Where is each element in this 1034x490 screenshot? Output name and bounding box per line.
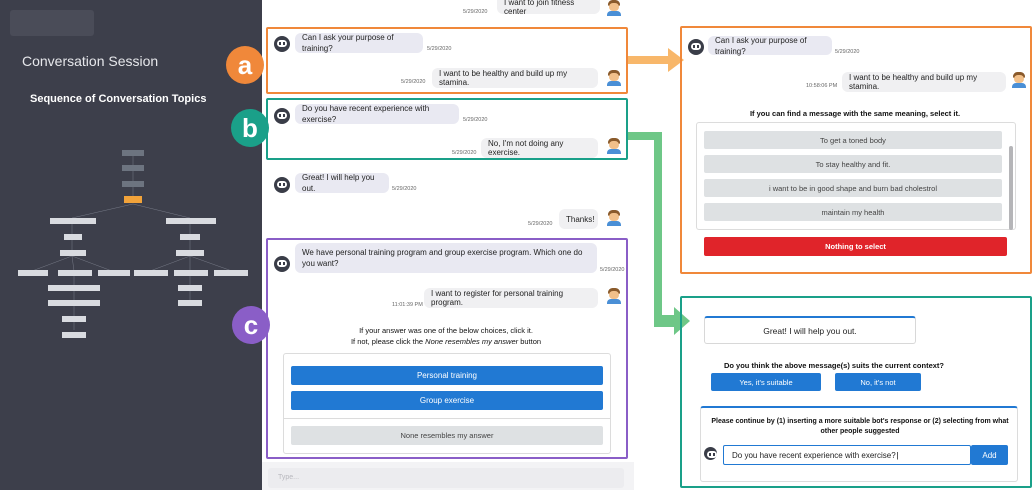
add-button[interactable]: Add <box>971 445 1008 465</box>
timestamp: 5/29/2020 <box>452 150 477 156</box>
choice-prompt-line1: If your answer was one of the below choi… <box>359 326 533 335</box>
prompt-prefix: If not, please click the <box>350 337 426 346</box>
timestamp: 5/29/2020 <box>600 267 625 273</box>
bot-response-input[interactable]: Do you have recent experience with exerc… <box>723 445 971 465</box>
panel-a-prompt: If you can find a message with the same … <box>749 109 961 118</box>
message-input[interactable]: Type... <box>268 468 624 488</box>
figure-root: Conversation Session Sequence of Convers… <box>0 0 1034 490</box>
message-text: I want to register for personal training… <box>431 289 564 307</box>
arrow-a-icon <box>628 48 684 72</box>
divider <box>284 418 610 419</box>
user-avatar-icon <box>606 0 622 16</box>
message-text: I want to join fitness center <box>504 0 575 16</box>
message-text: Can I ask your purpose of training? <box>715 35 807 56</box>
choice-prompt: If your answer was one of the below choi… <box>300 325 592 347</box>
option-healthy-fit-button[interactable]: To stay healthy and fit. <box>704 155 1002 173</box>
timestamp: 5/29/2020 <box>835 49 860 55</box>
timestamp: 5/29/2020 <box>528 221 553 227</box>
bot-avatar-icon <box>688 39 704 55</box>
option-good-shape-button[interactable]: i want to be in good shape and burn bad … <box>704 179 1002 197</box>
message-text: Great! I will help you out. <box>302 173 375 193</box>
user-avatar-icon <box>606 288 622 304</box>
bot-avatar-icon <box>274 108 290 124</box>
bot-avatar-icon <box>274 36 290 52</box>
label-c-badge: c <box>232 306 270 344</box>
user-avatar-icon <box>606 70 622 86</box>
bot-message: Do you have recent experience with exerc… <box>295 104 459 124</box>
user-message: No, I'm not doing any exercise. <box>481 138 598 158</box>
user-avatar-icon <box>1011 72 1027 88</box>
prompt-italic: None resembles my answer <box>425 337 519 346</box>
message-text: I want to be healthy and build up my sta… <box>439 69 568 87</box>
option-maintain-health-button[interactable]: maintain my health <box>704 203 1002 221</box>
user-message: I want to be healthy and build up my sta… <box>432 68 598 88</box>
topics-title: Sequence of Conversation Topics <box>30 93 207 105</box>
none-resembles-button[interactable]: None resembles my answer <box>291 426 603 445</box>
panel-b-question: Do you think the above message(s) suits … <box>723 361 945 370</box>
sidebar: Conversation Session Sequence of Convers… <box>0 0 262 490</box>
timestamp: 5/29/2020 <box>392 186 417 192</box>
user-avatar-icon <box>606 210 622 226</box>
input-text: Do you have recent experience with exerc… <box>732 450 896 460</box>
scrollbar-thumb[interactable] <box>1009 146 1013 230</box>
message-text: Thanks! <box>566 214 595 224</box>
label-b-badge: b <box>231 109 269 147</box>
timestamp: 5/29/2020 <box>463 9 488 15</box>
panel-a-user-message: I want to be healthy and build up my sta… <box>842 72 1006 92</box>
nothing-to-select-button[interactable]: Nothing to select <box>704 237 1007 256</box>
panel-b-instruction: Please continue by (1) inserting a more … <box>711 418 1009 435</box>
message-text: Do you have recent experience with exerc… <box>302 104 430 124</box>
timestamp: 11:01:39 PM <box>392 302 423 308</box>
topic-tree-diagram <box>18 150 248 338</box>
panel-a-bot-message: Can I ask your purpose of training? <box>708 35 832 56</box>
bot-avatar-icon <box>274 256 290 272</box>
bot-avatar-icon <box>274 177 290 193</box>
label-a-badge: a <box>226 46 264 84</box>
prompt-suffix: button <box>518 337 542 346</box>
timestamp: 5/29/2020 <box>401 79 426 85</box>
sidebar-logo-placeholder <box>10 10 94 36</box>
option-personal-training-button[interactable]: Personal training <box>291 366 603 385</box>
panel-b-bot-message: Great! I will help you out. <box>704 316 916 344</box>
user-message: I want to join fitness center <box>497 0 600 16</box>
session-title: Conversation Session <box>22 53 159 69</box>
yes-suitable-button[interactable]: Yes, it's suitable <box>711 373 821 391</box>
message-text: Can I ask your purpose of training? <box>302 33 394 53</box>
timestamp: 5/29/2020 <box>463 117 488 123</box>
user-message: Thanks! <box>559 209 598 229</box>
message-text: We have personal training program and gr… <box>302 248 583 268</box>
text-caret: | <box>896 450 899 460</box>
timestamp: 5/29/2020 <box>427 46 452 52</box>
user-message: I want to register for personal training… <box>424 288 598 308</box>
message-text: I want to be healthy and build up my sta… <box>849 73 978 91</box>
bot-avatar-icon <box>704 447 717 460</box>
option-toned-body-button[interactable]: To get a toned body <box>704 131 1002 149</box>
no-not-button[interactable]: No, it's not <box>835 373 921 391</box>
message-text: No, I'm not doing any exercise. <box>488 139 564 157</box>
bot-message: We have personal training program and gr… <box>295 243 597 273</box>
choice-prompt-line2: If not, please click the None resembles … <box>300 336 592 347</box>
bot-message: Great! I will help you out. <box>295 173 389 193</box>
user-avatar-icon <box>606 138 622 154</box>
bot-message: Can I ask your purpose of training? <box>295 33 423 53</box>
option-group-exercise-button[interactable]: Group exercise <box>291 391 603 410</box>
timestamp: 10:58:06 PM <box>806 83 838 89</box>
